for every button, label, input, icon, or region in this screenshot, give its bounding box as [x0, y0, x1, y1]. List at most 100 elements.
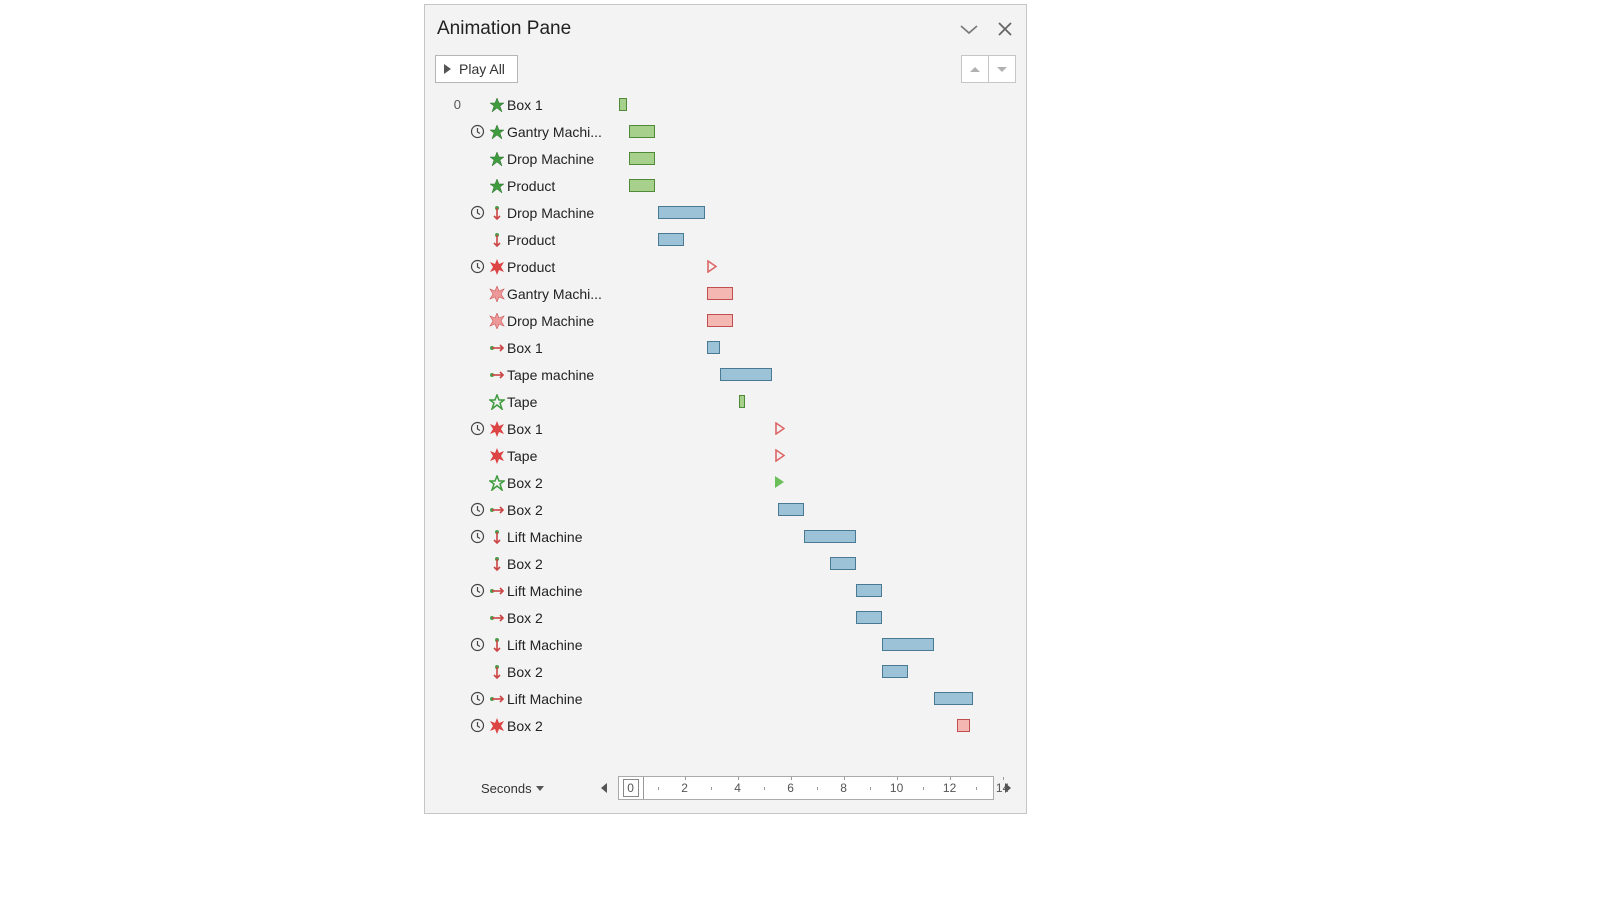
- item-timeline: [619, 442, 1016, 469]
- collapse-icon[interactable]: [958, 18, 980, 40]
- timeline-bar[interactable]: [778, 503, 804, 516]
- animation-item[interactable]: Lift Machine: [439, 685, 1016, 712]
- animation-item[interactable]: Box 2: [439, 550, 1016, 577]
- item-timeline: [619, 199, 1016, 226]
- timeline-bar[interactable]: [882, 638, 934, 651]
- move-up-button[interactable]: [961, 55, 989, 83]
- clock-icon: [467, 421, 487, 436]
- timeline-bar[interactable]: [658, 233, 684, 246]
- animation-item[interactable]: Drop Machine: [439, 307, 1016, 334]
- item-label: Lift Machine: [507, 691, 619, 707]
- seconds-label: Seconds: [481, 781, 532, 796]
- seconds-dropdown[interactable]: Seconds: [481, 781, 544, 796]
- item-label: Box 2: [507, 556, 619, 572]
- animation-item[interactable]: Box 2: [439, 712, 1016, 739]
- chevron-down-icon: [536, 786, 544, 791]
- item-label: Drop Machine: [507, 151, 619, 167]
- clock-icon: [467, 502, 487, 517]
- play-all-button[interactable]: Play All: [435, 55, 518, 83]
- item-label: Lift Machine: [507, 637, 619, 653]
- star-green-icon: [487, 151, 507, 167]
- animation-pane: Animation Pane Play All 0Box 1Gantry Mac…: [424, 4, 1027, 814]
- animation-item[interactable]: Tape machine: [439, 361, 1016, 388]
- item-timeline: [619, 253, 1016, 280]
- timeline-bar[interactable]: [957, 719, 970, 732]
- item-timeline: [619, 523, 1016, 550]
- ruler-tick: 14: [993, 777, 1013, 799]
- animation-item[interactable]: Tape: [439, 442, 1016, 469]
- timeline-marker[interactable]: [775, 449, 785, 462]
- animation-item[interactable]: Lift Machine: [439, 523, 1016, 550]
- item-label: Box 1: [507, 421, 619, 437]
- item-label: Product: [507, 178, 619, 194]
- pane-footer: Seconds 0 2468101214: [425, 769, 1026, 813]
- item-timeline: [619, 145, 1016, 172]
- star-red-icon: [487, 259, 507, 275]
- timeline-bar[interactable]: [856, 611, 882, 624]
- timeline-bar[interactable]: [934, 692, 973, 705]
- animation-item[interactable]: Drop Machine: [439, 199, 1016, 226]
- item-label: Lift Machine: [507, 583, 619, 599]
- item-label: Box 2: [507, 475, 619, 491]
- close-icon[interactable]: [994, 18, 1016, 40]
- item-timeline: [619, 631, 1016, 658]
- clock-icon: [467, 259, 487, 274]
- linepath-red-icon: [487, 556, 507, 572]
- timeline-bar[interactable]: [882, 665, 908, 678]
- timeline-bar[interactable]: [707, 314, 733, 327]
- animation-item[interactable]: Product: [439, 253, 1016, 280]
- star-green-icon: [487, 124, 507, 140]
- linepath-green-arrow-icon: [487, 583, 507, 599]
- timeline-bar[interactable]: [629, 125, 655, 138]
- timeline-bar[interactable]: [739, 395, 746, 408]
- ruler-tick: 4: [728, 777, 748, 799]
- timeline-bar[interactable]: [707, 341, 720, 354]
- item-label: Box 2: [507, 610, 619, 626]
- pane-header: Animation Pane: [425, 5, 1026, 51]
- timeline-bar[interactable]: [804, 530, 856, 543]
- animation-item[interactable]: Drop Machine: [439, 145, 1016, 172]
- timeline-ruler[interactable]: 0 2468101214: [618, 776, 994, 800]
- animation-item[interactable]: Tape: [439, 388, 1016, 415]
- animation-item[interactable]: Box 2: [439, 604, 1016, 631]
- star-greenout-icon: [487, 394, 507, 410]
- timeline-marker[interactable]: [775, 476, 784, 488]
- animation-item[interactable]: Lift Machine: [439, 631, 1016, 658]
- timeline-bar[interactable]: [629, 179, 655, 192]
- animation-item[interactable]: Lift Machine: [439, 577, 1016, 604]
- timeline-bar[interactable]: [658, 206, 705, 219]
- animation-item[interactable]: Box 2: [439, 658, 1016, 685]
- linepath-red-icon: [487, 529, 507, 545]
- animation-item[interactable]: Box 1: [439, 415, 1016, 442]
- clock-icon: [467, 205, 487, 220]
- clock-icon: [467, 637, 487, 652]
- clock-icon: [467, 718, 487, 733]
- move-down-button[interactable]: [988, 55, 1016, 83]
- timeline-marker[interactable]: [775, 422, 785, 435]
- item-timeline: [619, 550, 1016, 577]
- timeline-scroll-left[interactable]: [596, 777, 612, 799]
- item-label: Gantry Machi...: [507, 286, 619, 302]
- item-label: Product: [507, 232, 619, 248]
- item-timeline: [619, 334, 1016, 361]
- timeline-bar[interactable]: [707, 287, 733, 300]
- item-label: Tape: [507, 448, 619, 464]
- timeline-marker[interactable]: [707, 260, 717, 273]
- animation-item[interactable]: Box 1: [439, 334, 1016, 361]
- timeline-bar[interactable]: [629, 152, 655, 165]
- item-timeline: [619, 604, 1016, 631]
- animation-item[interactable]: Gantry Machi...: [439, 280, 1016, 307]
- animation-list: 0Box 1Gantry Machi...Drop MachineProduct…: [425, 91, 1026, 769]
- animation-item[interactable]: Box 2: [439, 469, 1016, 496]
- animation-item[interactable]: Product: [439, 226, 1016, 253]
- timeline-bar[interactable]: [720, 368, 772, 381]
- animation-item[interactable]: Box 2: [439, 496, 1016, 523]
- timeline-bar[interactable]: [856, 584, 882, 597]
- item-label: Box 1: [507, 340, 619, 356]
- animation-item[interactable]: Product: [439, 172, 1016, 199]
- timeline-bar[interactable]: [830, 557, 856, 570]
- animation-item[interactable]: 0Box 1: [439, 91, 1016, 118]
- animation-item[interactable]: Gantry Machi...: [439, 118, 1016, 145]
- timeline-bar[interactable]: [619, 98, 627, 111]
- item-timeline: [619, 577, 1016, 604]
